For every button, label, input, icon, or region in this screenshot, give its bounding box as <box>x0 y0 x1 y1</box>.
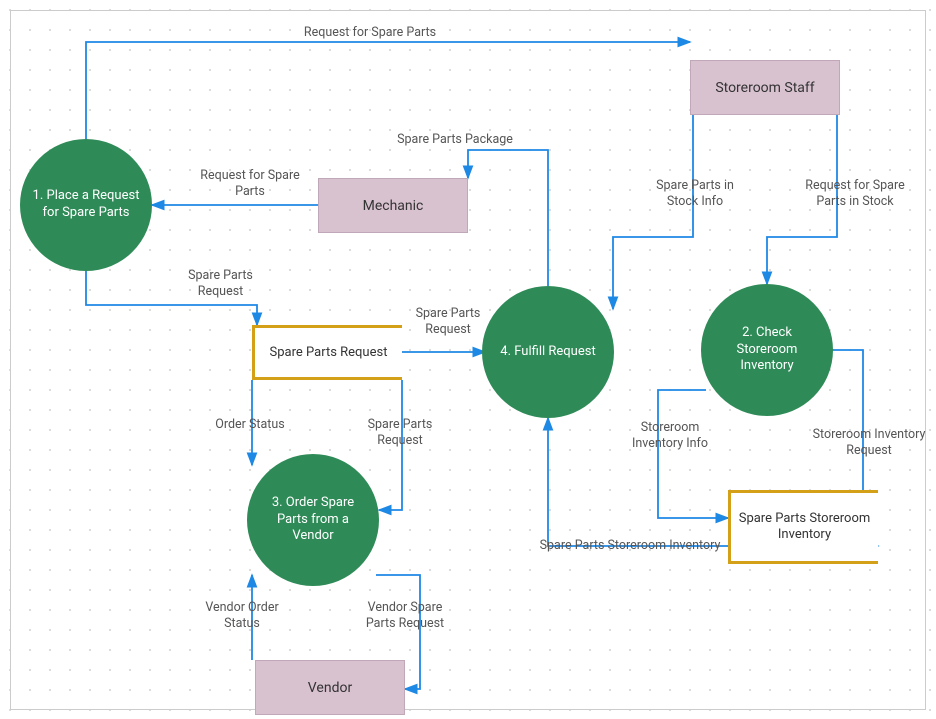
flow-label: Spare Parts Request <box>355 417 445 450</box>
flow-label: Request for Spare Parts <box>200 168 300 201</box>
flow-label: Spare Parts Request <box>408 306 488 339</box>
datastore-spare-parts-inventory[interactable]: Spare Parts Storeroom Inventory <box>728 490 878 564</box>
flow-label: Spare Parts Storeroom Inventory <box>530 538 730 554</box>
datastore-spare-parts-request[interactable]: Spare Parts Request <box>252 325 402 380</box>
flow-label: Spare Parts Package <box>380 132 530 148</box>
entity-label: Mechanic <box>363 198 424 214</box>
datastore-label: Spare Parts Storeroom Inventory <box>731 511 878 542</box>
flow-label: Order Status <box>200 417 300 433</box>
flow-label: Vendor Spare Parts Request <box>355 600 455 633</box>
flow-label: Spare Parts in Stock Info <box>650 178 740 211</box>
entity-storeroom-staff[interactable]: Storeroom Staff <box>690 60 840 115</box>
entity-label: Vendor <box>308 680 352 696</box>
flow-label: Storeroom Inventory Info <box>630 420 710 453</box>
entity-vendor[interactable]: Vendor <box>255 660 405 715</box>
process-label: 2. Check Storeroom Inventory <box>711 325 823 376</box>
process-label: 1. Place a Request for Spare Parts <box>30 188 142 222</box>
process-check-inventory[interactable]: 2. Check Storeroom Inventory <box>701 284 833 416</box>
flow-label: Request for Spare Parts <box>290 25 450 41</box>
entity-mechanic[interactable]: Mechanic <box>318 178 468 233</box>
flow-label: Request for Spare Parts in Stock <box>790 178 920 211</box>
process-label: 3. Order Spare Parts from a Vendor <box>257 495 369 546</box>
process-order-vendor[interactable]: 3. Order Spare Parts from a Vendor <box>247 454 379 586</box>
datastore-label: Spare Parts Request <box>270 345 388 361</box>
flow-label: Vendor Order Status <box>192 600 292 633</box>
process-label: 4. Fulfill Request <box>500 344 595 361</box>
process-fulfill-request[interactable]: 4. Fulfill Request <box>482 286 614 418</box>
flow-label: Spare Parts Request <box>178 268 263 301</box>
flow-label: Storeroom Inventory Request <box>805 427 933 460</box>
process-place-request[interactable]: 1. Place a Request for Spare Parts <box>20 139 152 271</box>
entity-label: Storeroom Staff <box>715 80 814 96</box>
